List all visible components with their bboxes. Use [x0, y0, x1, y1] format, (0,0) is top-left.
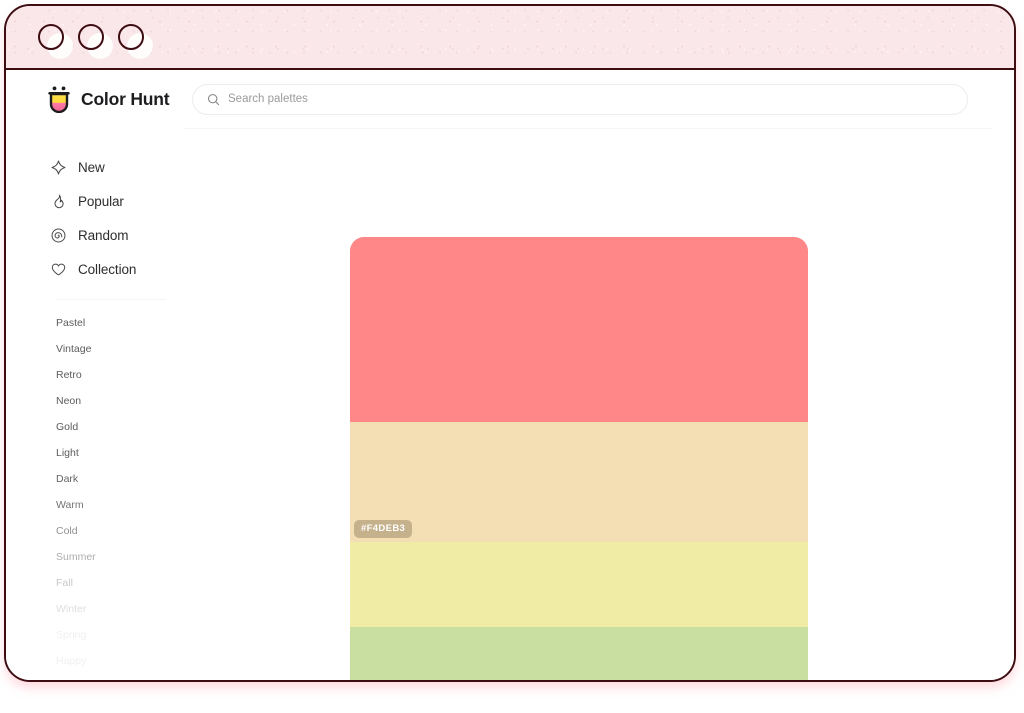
page-viewport: Color Hunt New — [6, 70, 1014, 680]
tag-vintage[interactable]: Vintage — [56, 336, 184, 362]
tag-gold[interactable]: Gold — [56, 414, 184, 440]
tag-pastel[interactable]: Pastel — [56, 310, 184, 336]
tag-list: Pastel Vintage Retro Neon Gold Light Dar… — [6, 310, 184, 674]
brand-logo-link[interactable]: Color Hunt — [6, 85, 184, 113]
spiral-icon — [51, 228, 66, 242]
close-window-button[interactable] — [38, 24, 73, 59]
search-input[interactable] — [228, 93, 953, 105]
swatch-3[interactable] — [350, 542, 808, 628]
sidebar-item-popular[interactable]: Popular — [6, 184, 184, 218]
tag-happy[interactable]: Happy — [56, 648, 184, 674]
minimize-window-button[interactable] — [78, 24, 113, 59]
color-hunt-logo-icon — [48, 86, 70, 113]
swatch-1[interactable] — [350, 237, 808, 423]
sidebar-item-label: Popular — [78, 193, 124, 209]
search-icon — [207, 93, 220, 105]
swatch-4[interactable] — [350, 627, 808, 680]
tag-summer[interactable]: Summer — [56, 544, 184, 570]
app-header: Color Hunt — [6, 70, 1014, 129]
sidebar: New Popular Random Collection Pastel Vin… — [6, 128, 184, 680]
tag-light[interactable]: Light — [56, 440, 184, 466]
swatch-hex-label: #F4DEB3 — [354, 520, 413, 539]
search-bar[interactable] — [192, 83, 968, 115]
traffic-light-group — [38, 24, 153, 59]
heart-icon — [51, 263, 66, 275]
palette-card: #F4DEB3 451 — [350, 237, 808, 680]
tag-winter[interactable]: Winter — [56, 596, 184, 622]
sidebar-item-label: Collection — [78, 261, 137, 277]
sidebar-item-label: Random — [78, 227, 129, 243]
flame-icon — [54, 194, 64, 208]
zoom-window-button[interactable] — [118, 24, 153, 59]
main-content: #F4DEB3 451 — [184, 128, 1014, 680]
tag-warm[interactable]: Warm — [56, 492, 184, 518]
window-titlebar — [6, 6, 1014, 70]
tag-spring[interactable]: Spring — [56, 622, 184, 648]
swatch-2[interactable]: #F4DEB3 — [350, 422, 808, 543]
tag-fall[interactable]: Fall — [56, 570, 184, 596]
sparkle-icon — [51, 160, 66, 174]
sidebar-item-collection[interactable]: Collection — [6, 252, 184, 286]
palette-swatches: #F4DEB3 — [350, 237, 808, 680]
tag-cold[interactable]: Cold — [56, 518, 184, 544]
browser-window: Color Hunt New — [4, 4, 1016, 682]
sidebar-divider — [56, 299, 166, 300]
sidebar-item-label: New — [78, 159, 105, 175]
tag-neon[interactable]: Neon — [56, 388, 184, 414]
tag-dark[interactable]: Dark — [56, 466, 184, 492]
brand-name: Color Hunt — [81, 88, 170, 109]
tag-retro[interactable]: Retro — [56, 362, 184, 388]
sidebar-item-random[interactable]: Random — [6, 218, 184, 252]
sidebar-item-new[interactable]: New — [6, 150, 184, 184]
